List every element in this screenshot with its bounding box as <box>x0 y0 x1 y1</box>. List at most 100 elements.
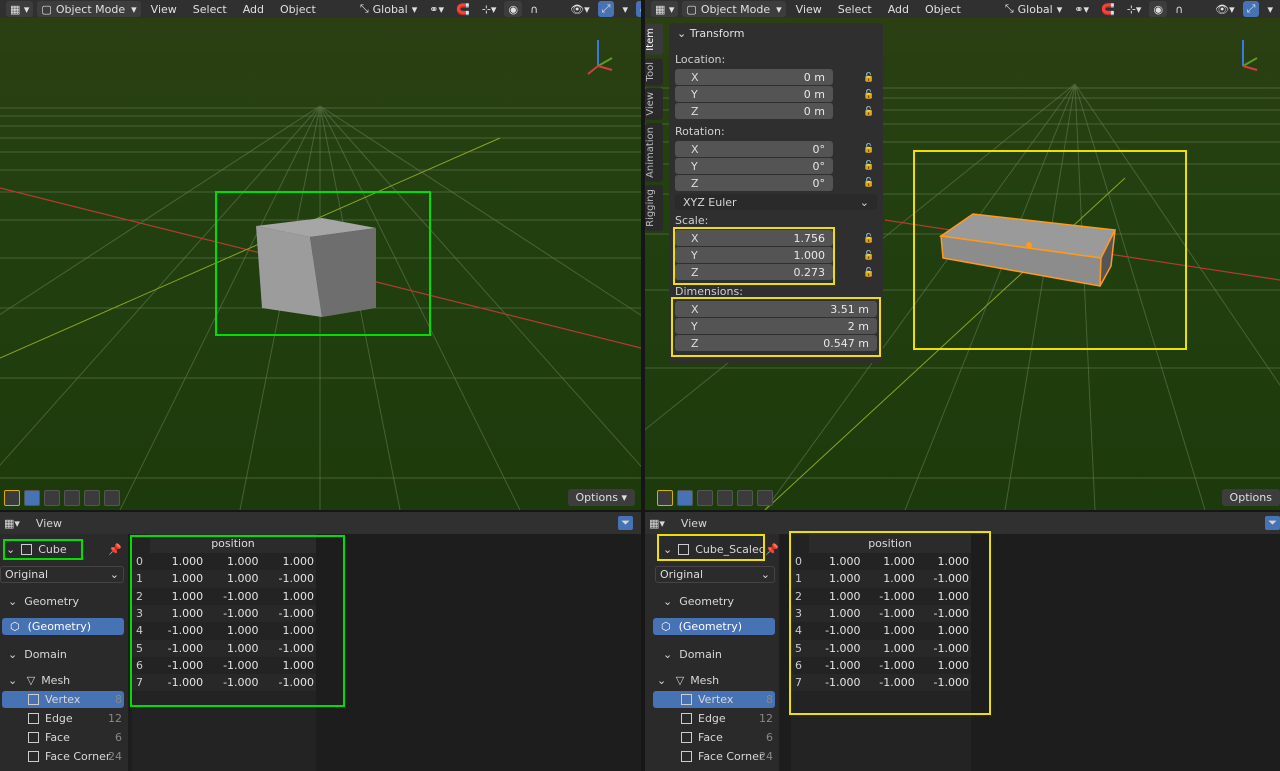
lock-icon[interactable]: 🔓 <box>863 268 874 278</box>
tab-tool[interactable]: Tool <box>645 57 663 86</box>
pin-icon[interactable]: 📌 <box>765 543 779 556</box>
menu-select[interactable]: Select <box>832 3 878 16</box>
gizmo-icon[interactable]: ⤢ <box>597 1 615 17</box>
lock-icon[interactable]: 🔓 <box>863 251 874 261</box>
editor-type-icon[interactable]: ▦▾ <box>4 517 20 530</box>
domain-face-corner[interactable]: Face Corner 24 <box>0 747 128 766</box>
gizmo-icon[interactable]: ⤢ <box>1242 1 1260 17</box>
left-spreadsheet[interactable]: ▦▾ View ⏷ ⌄ Cube 📌 Original ⌄ ⌄ Geometry … <box>0 512 641 771</box>
menu-view[interactable]: View <box>790 3 828 16</box>
left-3d-viewport[interactable]: ▦ ▾ ▢ Object Mode ▾ View Select Add Objec… <box>0 0 641 510</box>
select-subtract-icon[interactable] <box>64 490 80 506</box>
viewport-canvas[interactable]: Item Tool View Animation Rigging ⌄ Trans… <box>645 18 1280 510</box>
domain-face-corner[interactable]: Face Corner 24 <box>645 747 779 766</box>
lock-icon[interactable]: 🔓 <box>863 144 874 154</box>
mode-dropdown[interactable]: ▢ Object Mode ▾ <box>682 1 786 17</box>
falloff-icon[interactable]: ∩ <box>526 1 542 17</box>
menu-view[interactable]: View <box>145 3 183 16</box>
transform-header[interactable]: ⌄ Transform <box>677 27 744 40</box>
select-subtract-icon[interactable] <box>717 490 733 506</box>
menu-select[interactable]: Select <box>187 3 233 16</box>
view-menu[interactable]: View <box>36 517 62 530</box>
domain-section[interactable]: ⌄ Domain <box>0 645 128 664</box>
domain-edge[interactable]: Edge 12 <box>0 709 128 728</box>
axis-gizmo[interactable] <box>1242 40 1258 71</box>
gizmo-dropdown-icon[interactable]: ▾ <box>618 1 632 17</box>
menu-add[interactable]: Add <box>237 3 270 16</box>
axis-gizmo[interactable] <box>587 40 613 75</box>
viewport-canvas[interactable]: Options ▾ <box>0 18 641 510</box>
rotation-z-field[interactable]: Z 0° <box>675 175 833 191</box>
right-spreadsheet[interactable]: ▦▾ View ⏷ ⌄ Cube_Scaled 📌 Original ⌄ ⌄ Ge… <box>645 512 1280 771</box>
snap-icon[interactable]: 🧲 <box>452 1 474 17</box>
options-button[interactable]: Options <box>1221 489 1280 506</box>
select-invert-icon[interactable] <box>737 490 753 506</box>
orientation-dropdown[interactable]: ⤡ Global ▾ <box>356 1 421 17</box>
mode-dropdown[interactable]: ▢ Object Mode ▾ <box>37 1 141 17</box>
tab-item[interactable]: Item <box>645 24 663 55</box>
geometry-item[interactable]: ⬡ (Geometry) <box>2 618 124 635</box>
tab-rigging[interactable]: Rigging <box>645 184 663 231</box>
snap-target-icon[interactable]: ⊹▾ <box>1123 1 1146 17</box>
rotation-y-field[interactable]: Y 0° <box>675 158 833 174</box>
location-x-field[interactable]: X 0 m <box>675 69 833 85</box>
select-extend-icon[interactable] <box>44 490 60 506</box>
select-box-icon[interactable] <box>677 490 693 506</box>
lock-icon[interactable]: 🔓 <box>863 107 874 117</box>
lock-icon[interactable]: 🔓 <box>863 234 874 244</box>
geometry-item[interactable]: ⬡ (Geometry) <box>653 618 775 635</box>
snap-icon[interactable]: 🧲 <box>1097 1 1119 17</box>
proportional-edit-icon[interactable]: ◉ <box>504 1 523 17</box>
menu-object[interactable]: Object <box>919 3 967 16</box>
orientation-dropdown[interactable]: ⤡ Global ▾ <box>1001 1 1066 17</box>
tab-view[interactable]: View <box>645 88 663 120</box>
evaluation-dropdown[interactable]: Original ⌄ <box>655 566 775 583</box>
proportional-edit-icon[interactable]: ◉ <box>1149 1 1168 17</box>
editor-type-button[interactable]: ▦ ▾ <box>6 1 34 17</box>
lock-icon[interactable]: 🔓 <box>863 161 874 171</box>
rotation-x-field[interactable]: X 0° <box>675 141 833 157</box>
gizmo-dropdown-icon[interactable]: ▾ <box>1263 1 1277 17</box>
select-extend-icon[interactable] <box>697 490 713 506</box>
select-box-icon[interactable] <box>24 490 40 506</box>
editor-type-icon[interactable]: ▦▾ <box>649 517 665 530</box>
rotation-mode-dropdown[interactable]: XYZ Euler ⌄ <box>675 194 877 210</box>
domain-section[interactable]: ⌄ Domain <box>645 645 779 664</box>
pivot-icon[interactable]: ⚭▾ <box>1070 1 1093 17</box>
visibility-icon[interactable]: 👁▾ <box>566 1 594 17</box>
location-z-field[interactable]: Z 0 m <box>675 103 833 119</box>
mesh-section[interactable]: ⌄ ▽ Mesh <box>0 671 128 690</box>
select-invert-icon[interactable] <box>84 490 100 506</box>
falloff-icon[interactable]: ∩ <box>1171 1 1187 17</box>
pivot-icon[interactable]: ⚭▾ <box>425 1 448 17</box>
cursor-tool-icon[interactable] <box>657 490 673 506</box>
select-intersect-icon[interactable] <box>104 490 120 506</box>
options-button[interactable]: Options ▾ <box>567 489 635 506</box>
location-y-field[interactable]: Y 0 m <box>675 86 833 102</box>
tab-animation[interactable]: Animation <box>645 122 663 182</box>
domain-face[interactable]: Face 6 <box>0 728 128 747</box>
visibility-icon[interactable]: 👁▾ <box>1211 1 1239 17</box>
lock-icon[interactable]: 🔓 <box>863 90 874 100</box>
editor-type-button[interactable]: ▦ ▾ <box>651 1 679 17</box>
select-intersect-icon[interactable] <box>757 490 773 506</box>
geometry-section[interactable]: ⌄ Geometry <box>0 592 128 611</box>
cursor-tool-icon[interactable] <box>4 490 20 506</box>
geometry-section[interactable]: ⌄ Geometry <box>645 592 779 611</box>
menu-object[interactable]: Object <box>274 3 322 16</box>
right-3d-viewport[interactable]: ▦ ▾ ▢ Object Mode ▾ View Select Add Objec… <box>645 0 1280 510</box>
pin-icon[interactable]: 📌 <box>108 543 122 556</box>
filter-icon[interactable]: ⏷ <box>618 516 633 530</box>
menu-add[interactable]: Add <box>882 3 915 16</box>
snap-target-icon[interactable]: ⊹▾ <box>478 1 501 17</box>
domain-edge[interactable]: Edge 12 <box>645 709 779 728</box>
view-menu[interactable]: View <box>681 517 707 530</box>
domain-vertex[interactable]: Vertex 8 <box>0 690 128 709</box>
evaluation-dropdown[interactable]: Original ⌄ <box>0 566 124 583</box>
lock-icon[interactable]: 🔓 <box>863 178 874 188</box>
lock-icon[interactable]: 🔓 <box>863 73 874 83</box>
filter-icon[interactable]: ⏷ <box>1265 516 1280 530</box>
domain-face[interactable]: Face 6 <box>645 728 779 747</box>
mesh-section[interactable]: ⌄ ▽ Mesh <box>645 671 779 690</box>
domain-vertex[interactable]: Vertex 8 <box>645 690 779 709</box>
